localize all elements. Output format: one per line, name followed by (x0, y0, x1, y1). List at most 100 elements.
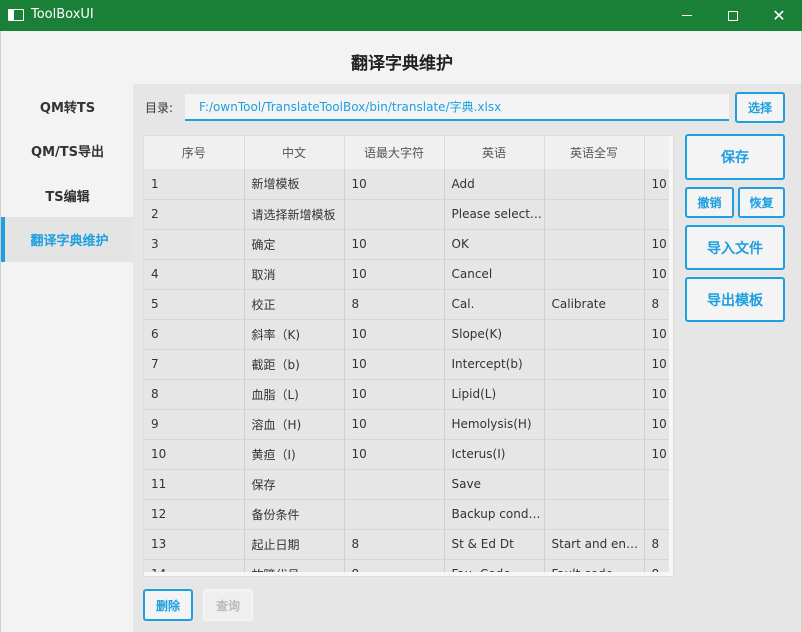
table-cell[interactable]: 10 (144, 439, 245, 470)
table-cell[interactable]: 11 (144, 469, 245, 500)
table-cell[interactable]: Slope(K) (444, 319, 545, 350)
table-row[interactable]: 5 校正 8 Cal. Calibrate 8 (144, 289, 673, 320)
table-cell[interactable]: 7 (144, 349, 245, 380)
column-header[interactable]: 中文 (244, 136, 345, 169)
table-row[interactable]: 1 新增模板 10 Add 10 (144, 169, 673, 200)
table-cell[interactable]: 10 (344, 319, 445, 350)
save-button[interactable]: 保存 (685, 134, 785, 180)
table-cell[interactable]: 10 (344, 349, 445, 380)
query-button[interactable]: 查询 (203, 589, 253, 621)
table-cell[interactable]: 4 (144, 259, 245, 290)
directory-field[interactable]: F:/ownTool/TranslateToolBox/bin/translat… (185, 94, 729, 121)
table-cell[interactable]: Save (444, 469, 545, 500)
table-cell[interactable]: 新增模板 (244, 169, 345, 200)
table-cell[interactable]: 10 (344, 259, 445, 290)
table-cell[interactable]: 1 (144, 169, 245, 200)
export-template-button[interactable]: 导出模板 (685, 277, 785, 322)
table-row[interactable]: 7 截距（b) 10 Intercept(b) 10 (144, 349, 673, 380)
table-cell[interactable]: 10 (344, 409, 445, 440)
redo-button[interactable]: 恢复 (738, 187, 785, 218)
table-cell[interactable] (544, 259, 645, 290)
sidebar-item-dictionary[interactable]: 翻译字典维护 (1, 217, 134, 262)
table-cell[interactable]: 取消 (244, 259, 345, 290)
table-cell[interactable]: 10 (344, 229, 445, 260)
maximize-button[interactable] (710, 0, 756, 31)
table-cell[interactable] (544, 199, 645, 230)
table-cell[interactable] (544, 439, 645, 470)
table-cell[interactable] (544, 379, 645, 410)
table-cell[interactable]: 校正 (244, 289, 345, 320)
table-row[interactable]: 6 斜率（K) 10 Slope(K) 10 (144, 319, 673, 350)
table-row[interactable]: 3 确定 10 OK 10 (144, 229, 673, 260)
table-cell[interactable]: Calibrate (544, 289, 645, 320)
table-cell[interactable]: 黄疸（I) (244, 439, 345, 470)
table-cell[interactable]: 起止日期 (244, 529, 345, 560)
table-cell[interactable]: 12 (144, 499, 245, 530)
table-row[interactable]: 4 取消 10 Cancel 10 (144, 259, 673, 290)
table-cell[interactable] (544, 229, 645, 260)
dictionary-table[interactable]: 序号中文语最大字符英语英语全写B 1新增模板10Add102请选择新增模板Ple… (143, 135, 674, 577)
delete-button[interactable]: 删除 (143, 589, 193, 621)
table-row[interactable]: 9 溶血（H) 10 Hemolysis(H) 10 (144, 409, 673, 440)
table-cell[interactable]: 溶血（H) (244, 409, 345, 440)
undo-button[interactable]: 撤销 (685, 187, 734, 218)
column-header[interactable]: 语最大字符 (344, 136, 445, 169)
table-cell[interactable] (544, 319, 645, 350)
table-cell[interactable]: 5 (144, 289, 245, 320)
table-cell[interactable]: Icterus(I) (444, 439, 545, 470)
table-cell[interactable]: 保存 (244, 469, 345, 500)
table-cell[interactable] (544, 169, 645, 200)
table-cell[interactable]: Hemolysis(H) (444, 409, 545, 440)
table-row[interactable]: 12备份条件 Backup conditions (144, 499, 673, 530)
table-cell[interactable]: 10 (344, 379, 445, 410)
table-cell[interactable] (544, 469, 645, 500)
table-cell[interactable]: Add (444, 169, 545, 200)
table-cell[interactable]: 13 (144, 529, 245, 560)
table-cell[interactable]: 8 (344, 289, 445, 320)
table-cell[interactable]: 9 (144, 409, 245, 440)
table-cell[interactable]: St & Ed Dt (444, 529, 545, 560)
table-cell[interactable]: 8 (344, 529, 445, 560)
minimize-button[interactable] (664, 0, 710, 31)
table-cell[interactable] (544, 499, 645, 530)
select-file-button[interactable]: 选择 (735, 92, 785, 123)
table-cell[interactable]: 截距（b) (244, 349, 345, 380)
table-cell[interactable]: 10 (344, 169, 445, 200)
import-file-button[interactable]: 导入文件 (685, 225, 785, 270)
table-row[interactable]: 2请选择新增模板 Please select a template (144, 199, 673, 230)
table-cell[interactable]: Backup conditions (444, 499, 545, 530)
table-row[interactable]: 13起止日期8St & Ed DtStart and end date8 (144, 529, 673, 560)
column-header[interactable]: 英语 (444, 136, 545, 169)
table-cell[interactable]: 3 (144, 229, 245, 260)
table-cell[interactable]: 斜率（K) (244, 319, 345, 350)
table-row[interactable]: 11 保存 Save (144, 469, 673, 500)
table-row[interactable]: 8 血脂（L) 10 Lipid(L) 10 (144, 379, 673, 410)
table-cell[interactable]: OK (444, 229, 545, 260)
close-button[interactable]: ✕ (756, 0, 802, 31)
table-cell[interactable]: Intercept(b) (444, 349, 545, 380)
table-cell[interactable] (344, 499, 445, 530)
column-header[interactable]: 序号 (144, 136, 245, 169)
sidebar-item-qm-to-ts[interactable]: QM转TS (1, 84, 134, 129)
table-cell[interactable] (544, 409, 645, 440)
table-cell[interactable]: 6 (144, 319, 245, 350)
table-cell[interactable]: 10 (344, 439, 445, 470)
sidebar-item-ts-edit[interactable]: TS编辑 (1, 173, 134, 218)
table-cell[interactable]: Lipid(L) (444, 379, 545, 410)
table-row[interactable]: 10 黄疸（I) 10 Icterus(I) 10 (144, 439, 673, 470)
horizontal-scrollbar[interactable] (144, 572, 673, 576)
table-cell[interactable] (544, 349, 645, 380)
column-header[interactable]: 英语全写 (544, 136, 645, 169)
table-cell[interactable]: 2 (144, 199, 245, 230)
table-cell[interactable]: Start and end date (544, 529, 645, 560)
vertical-scrollbar[interactable] (669, 136, 673, 576)
table-cell[interactable]: Please select a template (444, 199, 545, 230)
table-cell[interactable]: Cal. (444, 289, 545, 320)
table-cell[interactable] (344, 199, 445, 230)
table-cell[interactable]: 血脂（L) (244, 379, 345, 410)
table-cell[interactable]: Cancel (444, 259, 545, 290)
sidebar-item-qm-ts-export[interactable]: QM/TS导出 (1, 128, 134, 173)
table-cell[interactable] (344, 469, 445, 500)
table-cell[interactable]: 8 (144, 379, 245, 410)
table-cell[interactable]: 请选择新增模板 (244, 199, 345, 230)
